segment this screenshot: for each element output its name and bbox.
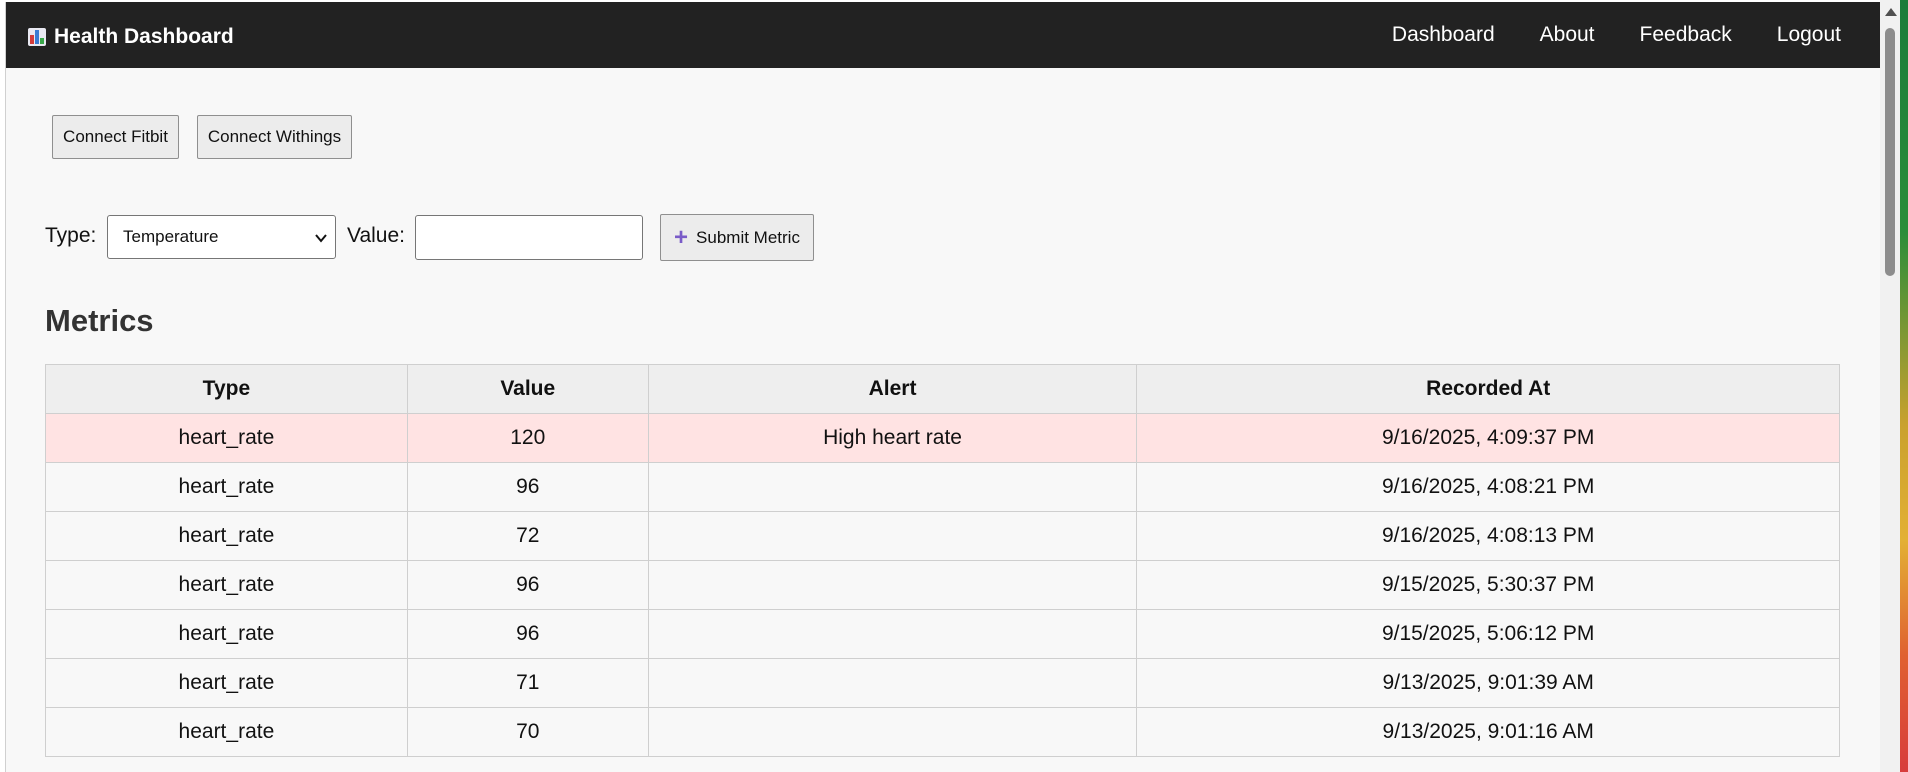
cell-alert	[647, 462, 1138, 512]
window-edge-strip	[1900, 0, 1908, 772]
cell-recorded-at: 9/13/2025, 9:01:39 AM	[1136, 658, 1840, 708]
cell-alert	[647, 609, 1138, 659]
table-header-row: Type Value Alert Recorded At	[45, 364, 1840, 414]
cell-alert: High heart rate	[647, 413, 1138, 463]
value-label: Value:	[347, 224, 405, 247]
cell-type: heart_rate	[45, 609, 408, 659]
cell-value: 96	[406, 462, 649, 512]
cell-type: heart_rate	[45, 511, 408, 561]
column-header-type: Type	[45, 364, 408, 414]
cell-value: 72	[406, 511, 649, 561]
table-row: heart_rate 96 9/16/2025, 4:08:21 PM	[45, 462, 1840, 512]
plus-icon: +	[674, 223, 689, 251]
cell-value: 96	[406, 609, 649, 659]
cell-recorded-at: 9/16/2025, 4:08:21 PM	[1136, 462, 1840, 512]
metrics-table: Type Value Alert Recorded At heart_rate …	[45, 364, 1840, 757]
table-row: heart_rate 96 9/15/2025, 5:06:12 PM	[45, 609, 1840, 659]
top-navbar: Health Dashboard Dashboard About Feedbac…	[6, 2, 1881, 68]
table-row: heart_rate 96 9/15/2025, 5:30:37 PM	[45, 560, 1840, 610]
vertical-scrollbar[interactable]	[1880, 0, 1900, 772]
cell-recorded-at: 9/15/2025, 5:30:37 PM	[1136, 560, 1840, 610]
nav-link-logout[interactable]: Logout	[1777, 23, 1841, 47]
table-row: heart_rate 72 9/16/2025, 4:08:13 PM	[45, 511, 1840, 561]
cell-alert	[647, 560, 1138, 610]
type-select-value: Temperature	[123, 227, 219, 246]
cell-type: heart_rate	[45, 658, 408, 708]
cell-value: 96	[406, 560, 649, 610]
scrollbar-thumb[interactable]	[1885, 28, 1895, 276]
cell-alert	[647, 511, 1138, 561]
connect-withings-button[interactable]: Connect Withings	[197, 115, 352, 159]
cell-type: heart_rate	[45, 560, 408, 610]
scroll-up-arrow-icon[interactable]	[1885, 8, 1897, 16]
nav-links: Dashboard About Feedback Logout	[1392, 23, 1841, 47]
value-input[interactable]	[415, 215, 643, 260]
submit-metric-button[interactable]: + Submit Metric	[660, 214, 814, 261]
nav-link-feedback[interactable]: Feedback	[1640, 23, 1732, 47]
cell-value: 120	[406, 413, 649, 463]
connect-fitbit-button[interactable]: Connect Fitbit	[52, 115, 179, 159]
type-select[interactable]: Temperature	[107, 215, 336, 259]
table-row: heart_rate 71 9/13/2025, 9:01:39 AM	[45, 658, 1840, 708]
table-row: heart_rate 70 9/13/2025, 9:01:16 AM	[45, 707, 1840, 757]
cell-recorded-at: 9/16/2025, 4:09:37 PM	[1136, 413, 1840, 463]
column-header-value: Value	[406, 364, 649, 414]
cell-value: 71	[406, 658, 649, 708]
cell-value: 70	[406, 707, 649, 757]
cell-type: heart_rate	[45, 413, 408, 463]
nav-link-dashboard[interactable]: Dashboard	[1392, 23, 1495, 47]
brand[interactable]: Health Dashboard	[28, 24, 234, 50]
nav-link-about[interactable]: About	[1540, 23, 1595, 47]
cell-recorded-at: 9/15/2025, 5:06:12 PM	[1136, 609, 1840, 659]
cell-recorded-at: 9/13/2025, 9:01:16 AM	[1136, 707, 1840, 757]
bar-chart-icon	[28, 28, 46, 46]
column-header-recorded-at: Recorded At	[1136, 364, 1840, 414]
table-row: heart_rate 120 High heart rate 9/16/2025…	[45, 413, 1840, 463]
app-title: Health Dashboard	[54, 25, 234, 48]
cell-alert	[647, 658, 1138, 708]
chevron-down-icon	[315, 234, 327, 243]
cell-type: heart_rate	[45, 462, 408, 512]
cell-alert	[647, 707, 1138, 757]
metrics-heading: Metrics	[45, 303, 154, 338]
cell-recorded-at: 9/16/2025, 4:08:13 PM	[1136, 511, 1840, 561]
column-header-alert: Alert	[647, 364, 1138, 414]
submit-metric-label: Submit Metric	[696, 227, 800, 247]
app-window: Health Dashboard Dashboard About Feedbac…	[5, 2, 1881, 772]
cell-type: heart_rate	[45, 707, 408, 757]
type-label: Type:	[45, 224, 97, 247]
